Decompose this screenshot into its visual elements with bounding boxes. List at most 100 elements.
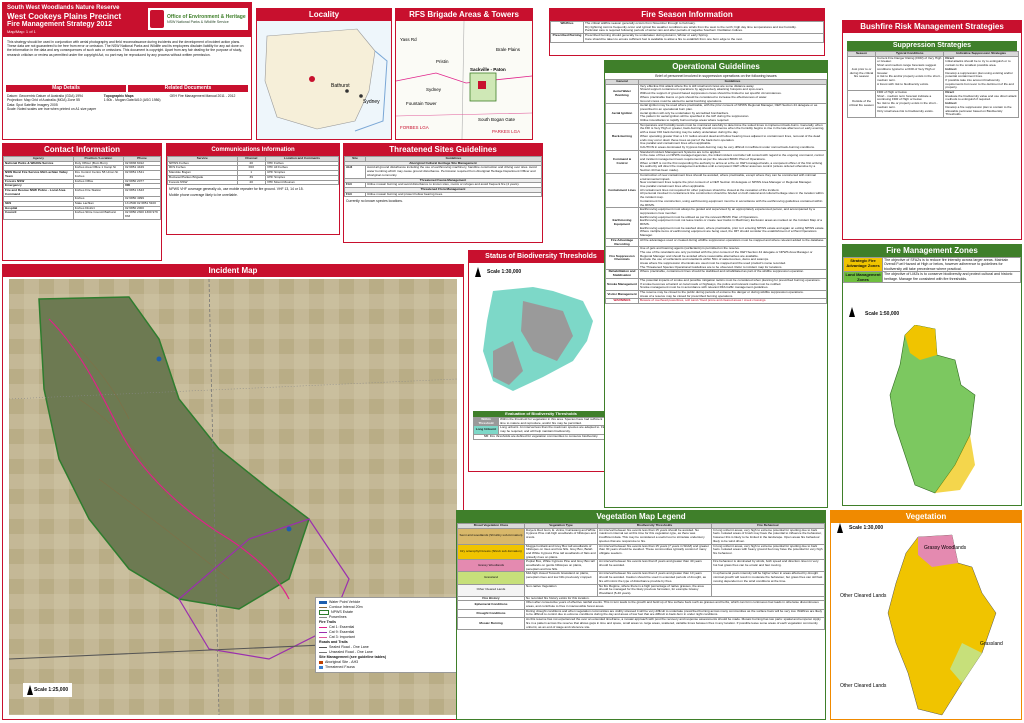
fire-season-row: Wildfires The critical wildfire season g…: [550, 20, 824, 35]
rfs-place-3: Sackville - Paton: [470, 67, 506, 72]
comms-row: Forests NSW 20 VHF Mount Mounan: [167, 179, 339, 186]
north-arrow-icon: [475, 267, 481, 277]
incident-scale-text: Scale 1:25,000: [33, 686, 69, 693]
supp-conditions: FDR of High or below. Short - medium term…: [874, 90, 945, 118]
legend-swatch: [319, 647, 327, 648]
fire-season-text: The critical wildfire season generally o…: [583, 20, 824, 35]
north-arrow-icon: [27, 685, 33, 695]
map-details-bars: Map Details Related Documents: [3, 85, 251, 92]
meta-scale: Scale: Noted scales are true when printe…: [7, 107, 97, 112]
zone-label-lmz: Land Management Zones: [843, 271, 883, 284]
veg-cell-cls: Dry sclerophyll forests (Shrub sub-forma…: [457, 543, 525, 561]
legend-swatch: [319, 637, 327, 638]
op-label: Fire Suppression Chemicals: [605, 246, 639, 271]
locality-place-sydney: Sydney: [363, 99, 380, 105]
incident-map-panel: Incident Map Water Point Vehicle Contour…: [2, 264, 464, 720]
veg-cell-cls: Grassland: [457, 571, 525, 585]
threatened-fauna-icon: [319, 666, 323, 669]
fire-season-panel: Fire Season Information Wildfires The cr…: [549, 8, 825, 56]
legend-swatch: [319, 632, 327, 633]
op-label: Command & Control: [605, 149, 639, 174]
map-details-body: Datum: Geocentric Datum of Australia (GD…: [3, 92, 251, 114]
fire-season-title: Fire Season Information: [550, 9, 824, 21]
op-row: WARNINGS Beware of overhead powerlines, s…: [605, 298, 827, 305]
comms-table: Service Channel Location and Comments NP…: [167, 156, 339, 186]
incident-map-title: Incident Map: [3, 265, 463, 277]
legend-item: Threatened Fauna: [319, 665, 457, 670]
suppression-table: Season Typical Conditions Indicative Sup…: [847, 51, 1019, 118]
veg-cell-fire: [711, 583, 825, 597]
veg-extra-row: Mosaic Burning As this reserve has not ex…: [457, 617, 825, 631]
legend-swatch: [319, 652, 327, 653]
threatened-footer: Currently no known species locations.: [346, 199, 403, 204]
incident-scale: Scale 1:25,000: [23, 683, 73, 697]
op-row: Earthmoving Equipment Earthmoving equipme…: [605, 207, 827, 239]
veg-label-grassy: Grassy Woodlands: [924, 545, 967, 551]
veg-cell-fire: In long unburnt areas, very high to extr…: [711, 543, 825, 561]
meta-map1: 1:50k - Mogan Gate/AI10 (ASG 1986): [103, 98, 161, 103]
legend-swatch: [319, 617, 327, 618]
biodiversity-title: Status of Biodiversity Thresholds: [469, 251, 613, 263]
legend-swatch: [319, 610, 329, 615]
veg-row: Grassland Mid-high closed Tussock Grassla…: [457, 571, 825, 585]
op-item: All fire advantages used or created duri…: [640, 237, 825, 242]
biodiversity-map: [483, 287, 593, 391]
supp-conditions: Current Fire Danger Rating (FDR) of Very…: [874, 55, 945, 92]
contact-row: Council Forbes Shire Council Bathurst 02 6…: [3, 210, 161, 220]
suppression-title: Suppression Strategies: [847, 41, 1017, 51]
op-item: Where multiple items of earthmoving equi…: [640, 229, 817, 238]
rfs-place-2: Brale Plains: [496, 47, 521, 52]
veg-row: Dry sclerophyll forests (Shrub sub-forma…: [457, 543, 825, 561]
vegetation-map: Grassy Woodlands Grassland Other Cleared…: [840, 534, 1003, 716]
veg-row: Other Cleared Lands Non-native Vegetation…: [457, 583, 825, 597]
legend-swatch: [319, 607, 327, 608]
agency-name-2: NSW National Parks & Wildlife Service: [167, 19, 229, 24]
operational-table: General Guidelines Aerial Water Bombing V…: [605, 79, 827, 305]
rfs-place-9: PARKES LGA: [492, 129, 520, 134]
supp-strategies: Direct Evaluate the biodiversity value an…: [943, 90, 1019, 118]
bushfire-risk-title: Bushfire Risk Management Strategies: [843, 21, 1021, 33]
veg-cell-fire: Fire behaviour is dominated by winds, bo…: [711, 559, 825, 573]
supp-strategies: Direct Initial attacks should be to try t…: [943, 55, 1019, 92]
op-guidelines: The potential impacts of smoke and possi…: [638, 277, 827, 291]
contact-table: Agency Position / Location Phone Nationa…: [3, 156, 161, 220]
vegetation-title: Vegetation: [831, 511, 1021, 523]
aboriginal-site-icon: [319, 661, 323, 664]
incident-map-canvas: Water Point Vehicle Contour Interval 20m…: [9, 279, 457, 715]
rfs-place-8: FORBES LGA: [400, 125, 429, 130]
related-documents-title: Related Documents: [128, 85, 248, 92]
veg-extra-text: As this reserve has not experienced the …: [524, 617, 825, 631]
contact-panel: Contact Information Agency Position / Lo…: [2, 143, 162, 261]
threatened-table: Site Guidelines Aboriginal Cultural Heri…: [344, 156, 542, 198]
op-row: Aerial Water Bombing Very effective first…: [605, 83, 827, 105]
veg-legend-table: Broad Vegetation Class Vegetation Type B…: [457, 523, 825, 631]
rfs-place-4: Sydney: [426, 87, 442, 92]
op-label: Back-burning: [605, 122, 639, 151]
op-row: Fire Suppression Chemicals Use of gels an…: [605, 246, 827, 271]
veg-row: Grassy Woodlands Poplar Box, White Cypres…: [457, 559, 825, 573]
veg-extra-label: Ephemeral Conditions: [457, 600, 525, 610]
op-item: Containment line construction, using ear…: [640, 198, 823, 207]
veg-cell-type: Mid-high closed Tussock Grassland on pla…: [524, 571, 598, 585]
op-guidelines: Aerial ignition may be used where practi…: [638, 103, 827, 124]
zones-map: [889, 325, 976, 494]
vegetation-panel: Vegetation Scale 1:30,000 Grassy Woodlan…: [830, 510, 1022, 720]
supp-season: Just prior to or during the critical fir…: [847, 55, 876, 92]
veg-cell-fire: In ephemeral years intensity will be hig…: [711, 571, 825, 585]
locality-map: Sydney Bathurst: [257, 21, 391, 139]
header-title-block: South West Woodlands Nature Reserve West…: [3, 3, 251, 37]
nsw-logo-icon: [150, 10, 164, 28]
supp-row: Outside of the critical fire season FDR …: [847, 90, 1019, 118]
fire-season-text: Prescribed burning should generally be u…: [583, 33, 824, 43]
op-guidelines: Beware of overhead powerlines, soft sand…: [638, 298, 827, 305]
agency-name-1: Office of Environment & Heritage: [167, 13, 246, 20]
comms-note-2: Mobile phone coverage likely to be unrel…: [169, 193, 238, 198]
rfs-place-7: Fountain Tower: [406, 101, 437, 106]
veg-cell-cls: Semi arid woodlands (Shrubby sub-formati…: [457, 527, 525, 545]
threatened-title: Threatened Sites Guidelines: [344, 144, 542, 156]
veg-row: Semi arid woodlands (Shrubby sub-formati…: [457, 527, 825, 545]
zone-label-sfaz: Strategic Fire Advantage Zones: [843, 256, 883, 273]
rfs-title: RFS Brigade Areas & Towers: [396, 9, 532, 21]
op-label: Aerial Water Bombing: [605, 83, 639, 105]
header-intro: This strategy should be used in conjunct…: [7, 40, 244, 57]
